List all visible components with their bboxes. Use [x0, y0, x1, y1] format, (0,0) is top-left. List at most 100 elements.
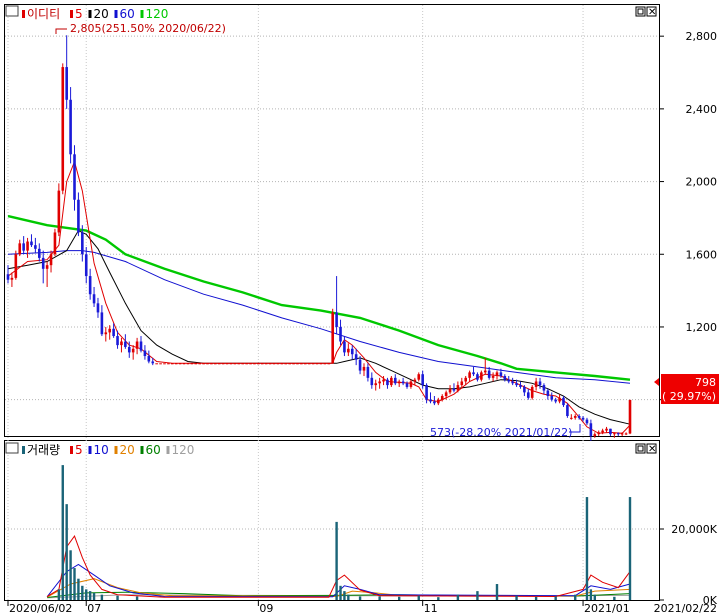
- candle-body: [167, 363, 170, 365]
- legend-ma-label: 20: [94, 7, 109, 21]
- candle-body: [272, 363, 276, 365]
- candle-body: [613, 433, 616, 435]
- volume-bar: [613, 596, 616, 600]
- volume-bar: [65, 504, 68, 600]
- candle-body: [327, 363, 331, 365]
- candle-body: [374, 383, 378, 386]
- candle-body: [233, 363, 237, 365]
- candle-body: [460, 381, 464, 386]
- candle-body: [609, 428, 612, 435]
- candle-body: [241, 363, 245, 365]
- candle-body: [476, 374, 479, 380]
- price-tick-label: 2,000: [686, 176, 718, 189]
- candle-body: [542, 385, 546, 391]
- candle-body: [292, 363, 295, 365]
- candle-body: [159, 363, 162, 365]
- price-panel-frame: [4, 4, 660, 437]
- candle-body: [577, 416, 581, 418]
- volume-bar: [417, 595, 420, 600]
- candle-body: [339, 326, 342, 342]
- close-icon-glyph: ✕: [648, 7, 656, 18]
- last-price-value: 798: [695, 376, 716, 389]
- candle-body: [620, 433, 624, 435]
- candle-body: [589, 423, 593, 436]
- volume-bar: [100, 594, 104, 600]
- candle-body: [601, 430, 604, 433]
- candle-body: [264, 363, 268, 365]
- candle-body: [96, 303, 100, 313]
- candle-body: [77, 199, 80, 233]
- legend-ma-label: 5: [75, 443, 83, 457]
- candle-body: [268, 363, 272, 365]
- candle-body: [570, 417, 573, 419]
- volume-bar: [85, 589, 88, 600]
- candle-body: [347, 348, 350, 353]
- candle-body: [558, 397, 561, 402]
- volume-bar: [456, 594, 460, 600]
- maximize-icon[interactable]: [635, 443, 646, 454]
- candle-body: [163, 363, 166, 365]
- candle-body: [401, 381, 405, 384]
- max-price-annotation: 2,805(251.50% 2020/06/22): [55, 22, 226, 35]
- candle-body: [57, 190, 61, 233]
- candle-body: [276, 363, 280, 365]
- time-end-label: 2021/02/22: [654, 602, 717, 615]
- min-annotation-text: 573(-28.20% 2021/01/22): [430, 426, 572, 439]
- candle-body: [593, 434, 597, 436]
- legend-swatch: [140, 446, 144, 454]
- candle-body: [331, 312, 334, 364]
- candle-body: [26, 241, 29, 251]
- candle-body: [554, 399, 557, 402]
- max-annotation-text: 2,805(251.50% 2020/06/22): [70, 22, 226, 35]
- volume-menu-icon[interactable]: [5, 442, 19, 454]
- candle-body: [307, 363, 311, 365]
- legend-swatch: [166, 446, 170, 454]
- volume-bar: [61, 465, 64, 600]
- volume-bar: [77, 578, 80, 600]
- price-tick-label: 2,800: [686, 30, 718, 43]
- candle-body: [253, 363, 256, 365]
- candle-body: [65, 67, 68, 100]
- candle-body: [88, 276, 92, 295]
- candle-body: [413, 379, 417, 382]
- candle-body: [390, 377, 393, 386]
- time-tick-label: 07: [87, 602, 101, 615]
- candle-body: [260, 363, 264, 365]
- legend-swatch: [88, 10, 92, 18]
- candle-body: [378, 381, 381, 384]
- legend-swatch: [140, 10, 144, 18]
- candle-body: [155, 363, 158, 365]
- candle-body: [84, 254, 88, 277]
- candle-body: [319, 363, 323, 365]
- legend-swatch: [114, 10, 118, 18]
- candle-body: [30, 241, 33, 246]
- candle-body: [210, 363, 213, 365]
- candle-body: [440, 396, 444, 400]
- candle-body: [124, 341, 127, 347]
- candle-body: [511, 381, 514, 384]
- candle-body: [280, 363, 284, 365]
- candle-body: [311, 363, 315, 365]
- candle-body: [519, 385, 522, 387]
- candle-body: [249, 363, 252, 365]
- candle-body: [335, 312, 338, 327]
- candle-body: [566, 405, 569, 417]
- maximize-icon[interactable]: [635, 6, 646, 17]
- volume-bar: [339, 585, 342, 600]
- candle-body: [397, 381, 401, 384]
- volume-bar: [92, 592, 96, 600]
- candle-body: [229, 363, 233, 365]
- candle-body: [585, 419, 589, 424]
- candle-body: [386, 379, 389, 386]
- volume-bar: [397, 596, 401, 600]
- candle-body: [190, 363, 194, 365]
- price-tick-label: 1,600: [686, 248, 718, 261]
- candle-body: [546, 390, 550, 397]
- candle-body: [523, 386, 526, 393]
- candle-body: [581, 417, 585, 420]
- legend-ma-label: 10: [94, 443, 109, 457]
- candle-body: [178, 363, 182, 365]
- candle-body: [573, 416, 577, 418]
- chart-menu-icon[interactable]: [5, 5, 19, 17]
- candle-body: [100, 312, 104, 335]
